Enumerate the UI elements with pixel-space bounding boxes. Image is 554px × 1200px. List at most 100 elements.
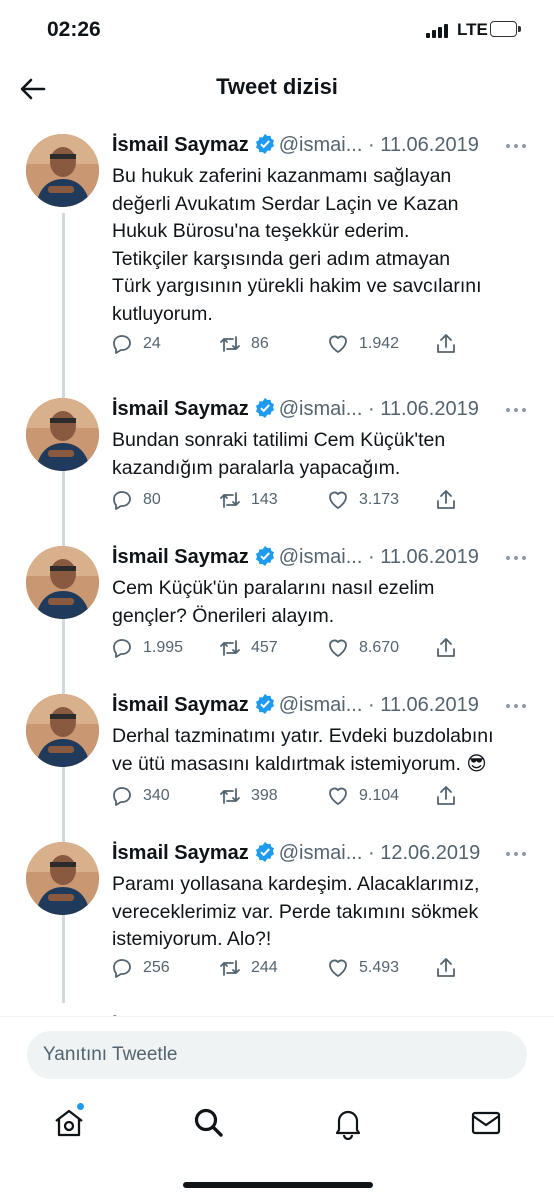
- tweet-actions: 340 398 9.104: [110, 783, 470, 809]
- tweet-header: İsmail Saymaz @ismai... · 11.06.2019: [112, 694, 532, 720]
- retweet-button[interactable]: 244: [218, 955, 278, 981]
- author-name[interactable]: İsmail Saymaz: [112, 546, 249, 568]
- tweet-date[interactable]: 11.06.2019: [380, 134, 479, 156]
- author-handle[interactable]: @ismai...: [279, 694, 363, 716]
- tweet-text: Paramı yollasana kardeşim. Alacaklarımız…: [112, 873, 480, 951]
- avatar[interactable]: [26, 842, 99, 915]
- author-name[interactable]: İsmail Saymaz: [112, 842, 249, 864]
- reply-count: 1.995: [143, 639, 184, 656]
- author-handle[interactable]: @ismai...: [279, 546, 363, 568]
- reply-button[interactable]: 80: [110, 487, 161, 513]
- reply-icon: [110, 784, 143, 808]
- reply-input[interactable]: Yanıtını Tweetle: [27, 1031, 527, 1079]
- reply-button[interactable]: 256: [110, 955, 170, 981]
- retweet-count: 86: [251, 335, 269, 352]
- reply-count: 80: [143, 491, 161, 508]
- author-name[interactable]: İsmail Saymaz: [112, 398, 249, 420]
- like-count: 9.104: [359, 787, 400, 804]
- reply-icon: [110, 488, 143, 512]
- share-button[interactable]: [434, 635, 467, 661]
- retweet-count: 457: [251, 639, 278, 656]
- verified-badge-icon: [255, 694, 275, 714]
- retweet-icon: [218, 956, 251, 980]
- retweet-count: 244: [251, 959, 278, 976]
- messages-envelope-icon[interactable]: [469, 1106, 503, 1140]
- cellular-signal-icon: [426, 24, 452, 38]
- tweet-actions: 24 86 1.942: [110, 331, 470, 357]
- like-button[interactable]: 1.942: [326, 331, 399, 357]
- retweet-icon: [218, 784, 251, 808]
- reply-button[interactable]: 340: [110, 783, 170, 809]
- page-title: Tweet dizisi: [216, 74, 338, 99]
- share-icon: [434, 784, 467, 808]
- retweet-icon: [218, 636, 251, 660]
- search-icon[interactable]: [192, 1106, 226, 1140]
- more-options-icon[interactable]: [505, 698, 527, 708]
- author-name[interactable]: İsmail Saymaz: [112, 694, 249, 716]
- more-options-icon[interactable]: [505, 138, 527, 148]
- share-button[interactable]: [434, 783, 467, 809]
- reply-icon: [110, 956, 143, 980]
- reply-bar: Yanıtını Tweetle: [0, 1016, 554, 1099]
- tweet-date[interactable]: 11.06.2019: [380, 398, 479, 420]
- like-heart-icon: [326, 784, 359, 808]
- tweet-thread: İsmail Saymaz @ismai... · 11.06.2019 Bu hu…: [0, 118, 554, 1018]
- notifications-bell-icon[interactable]: [331, 1106, 365, 1141]
- retweet-icon: [218, 332, 251, 356]
- like-button[interactable]: 5.493: [326, 955, 399, 981]
- tweet-actions: 256 244 5.493: [110, 955, 470, 981]
- tweet[interactable]: İsmail Saymaz @ismai... · 11.06.2019 Bu hu…: [0, 118, 554, 368]
- reply-count: 340: [143, 787, 170, 804]
- verified-badge-icon: [255, 546, 275, 566]
- like-button[interactable]: 3.173: [326, 487, 399, 513]
- battery-charging-icon: ⚡: [490, 21, 521, 37]
- share-icon: [434, 488, 467, 512]
- tweet-header: İsmail Saymaz @ismai... · 11.06.2019: [112, 134, 532, 160]
- home-icon[interactable]: [52, 1103, 86, 1140]
- tweet-header: İsmail Saymaz @ismai... · 12.06.2019: [112, 842, 532, 868]
- reply-count: 24: [143, 335, 161, 352]
- reply-button[interactable]: 1.995: [110, 635, 183, 661]
- separator-dot: ·: [367, 694, 375, 716]
- like-button[interactable]: 9.104: [326, 783, 399, 809]
- verified-badge-icon: [255, 842, 275, 862]
- separator-dot: ·: [367, 546, 375, 568]
- share-button[interactable]: [434, 487, 467, 513]
- new-content-dot: [77, 1103, 84, 1110]
- like-heart-icon: [326, 636, 359, 660]
- more-options-icon[interactable]: [505, 846, 527, 856]
- avatar[interactable]: [26, 546, 99, 619]
- avatar[interactable]: [26, 694, 99, 767]
- retweet-button[interactable]: 398: [218, 783, 278, 809]
- more-options-icon[interactable]: [505, 550, 527, 560]
- more-options-icon[interactable]: [505, 402, 527, 412]
- tweet-text: Bundan sonraki tatilimi Cem Küçük'ten ka…: [112, 429, 446, 479]
- tweet-header: İsmail Saymaz @ismai... · 11.06.2019: [112, 546, 532, 572]
- share-button[interactable]: [434, 331, 467, 357]
- retweet-button[interactable]: 143: [218, 487, 278, 513]
- author-name[interactable]: İsmail Saymaz: [112, 134, 249, 156]
- like-heart-icon: [326, 332, 359, 356]
- author-handle[interactable]: @ismai...: [279, 134, 363, 156]
- like-button[interactable]: 8.670: [326, 635, 399, 661]
- retweet-count: 398: [251, 787, 278, 804]
- avatar[interactable]: [26, 398, 99, 471]
- reply-button[interactable]: 24: [110, 331, 161, 357]
- author-handle[interactable]: @ismai...: [279, 398, 363, 420]
- retweet-icon: [218, 488, 251, 512]
- tweet-date[interactable]: 11.06.2019: [380, 546, 479, 568]
- tweet-date[interactable]: 11.06.2019: [380, 694, 479, 716]
- retweet-button[interactable]: 457: [218, 635, 278, 661]
- tweet-date[interactable]: 12.06.2019: [380, 842, 480, 864]
- separator-dot: ·: [367, 134, 375, 156]
- share-button[interactable]: [434, 955, 467, 981]
- retweet-button[interactable]: 86: [218, 331, 269, 357]
- verified-badge-icon: [255, 134, 275, 154]
- tweet[interactable]: İsmail Saymaz @ismai... · 12.06.2019 Param…: [0, 826, 554, 1018]
- avatar[interactable]: [26, 134, 99, 207]
- share-icon: [434, 332, 467, 356]
- like-count: 5.493: [359, 959, 400, 976]
- author-handle[interactable]: @ismai...: [279, 842, 363, 864]
- like-count: 3.173: [359, 491, 400, 508]
- tweet-actions: 1.995 457 8.670: [110, 635, 470, 661]
